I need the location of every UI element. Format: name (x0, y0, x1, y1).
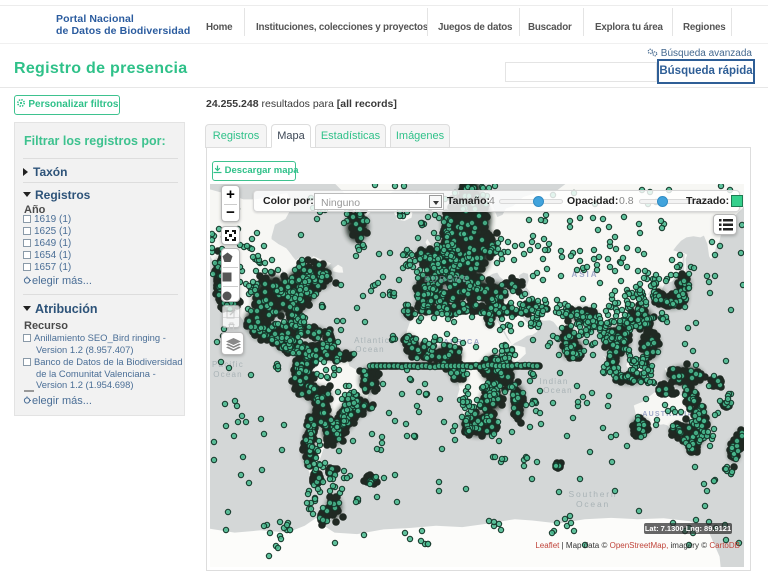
svg-text:Ocean: Ocean (576, 499, 610, 509)
svg-text:Ocean: Ocean (355, 345, 385, 354)
svg-text:Indian: Indian (540, 377, 569, 386)
svg-text:Southern: Southern (569, 489, 618, 499)
svg-text:Ocean: Ocean (543, 386, 573, 395)
svg-text:Ocean: Ocean (213, 370, 243, 379)
svg-text:Atlantic: Atlantic (354, 336, 390, 345)
